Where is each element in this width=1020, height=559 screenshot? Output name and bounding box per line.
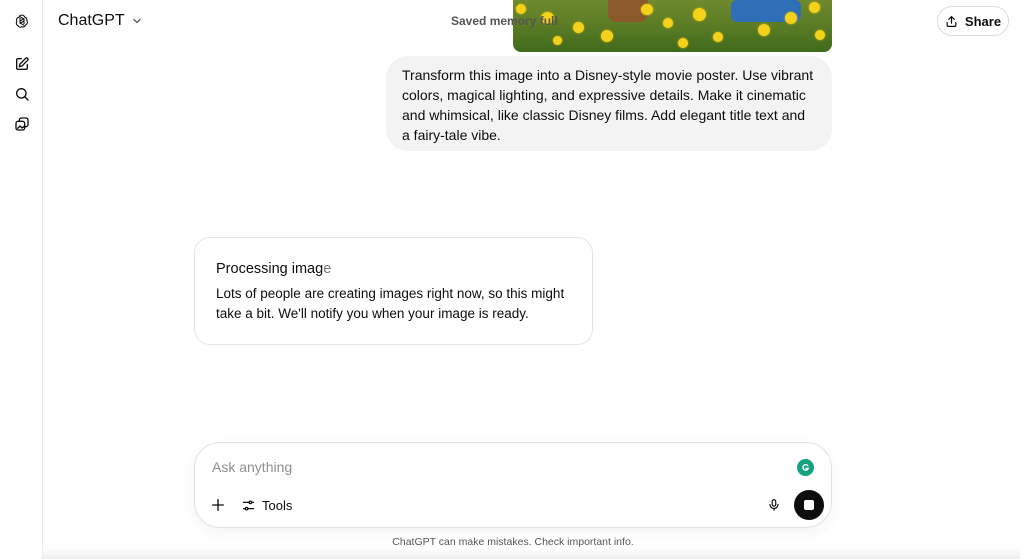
processing-card: Processing image Lots of people are crea… [194, 237, 593, 345]
prompt-input[interactable] [212, 457, 772, 477]
share-icon [946, 15, 957, 27]
share-label: Share [964, 13, 1002, 29]
library-icon[interactable] [11, 113, 33, 135]
attached-image[interactable] [513, 0, 832, 52]
saved-memory-notice: Saved memory full [451, 14, 558, 28]
chevron-down-icon [133, 18, 141, 24]
processing-title: Processing image [216, 261, 572, 277]
composer: Tools [194, 442, 832, 528]
model-selector[interactable]: ChatGPT [58, 10, 143, 32]
plus-icon [212, 499, 224, 511]
app-title: ChatGPT [58, 12, 125, 29]
tools-button[interactable]: Tools [241, 496, 292, 514]
search-icon[interactable] [11, 83, 33, 105]
add-attachment-button[interactable] [209, 496, 227, 514]
voice-input-button[interactable] [765, 496, 783, 514]
microphone-icon [769, 499, 779, 511]
openai-logo-icon[interactable] [11, 10, 33, 32]
processing-title-shimmer: e [323, 261, 332, 277]
stop-generating-button[interactable] [794, 490, 824, 520]
stop-icon [804, 500, 814, 510]
tools-label: Tools [262, 497, 293, 513]
processing-message: Lots of people are creating images right… [216, 286, 565, 321]
grammarly-icon[interactable] [797, 459, 814, 476]
bottom-fade [43, 548, 1020, 559]
sliders-icon [242, 500, 255, 510]
disclaimer: ChatGPT can make mistakes. Check importa… [392, 536, 634, 548]
processing-title-text: Processing imag [216, 261, 324, 277]
sidebar-rail [0, 0, 43, 559]
new-chat-icon[interactable] [11, 53, 33, 75]
share-button[interactable]: Share [937, 6, 1009, 36]
user-message: Transform this image into a Disney-style… [386, 56, 832, 151]
